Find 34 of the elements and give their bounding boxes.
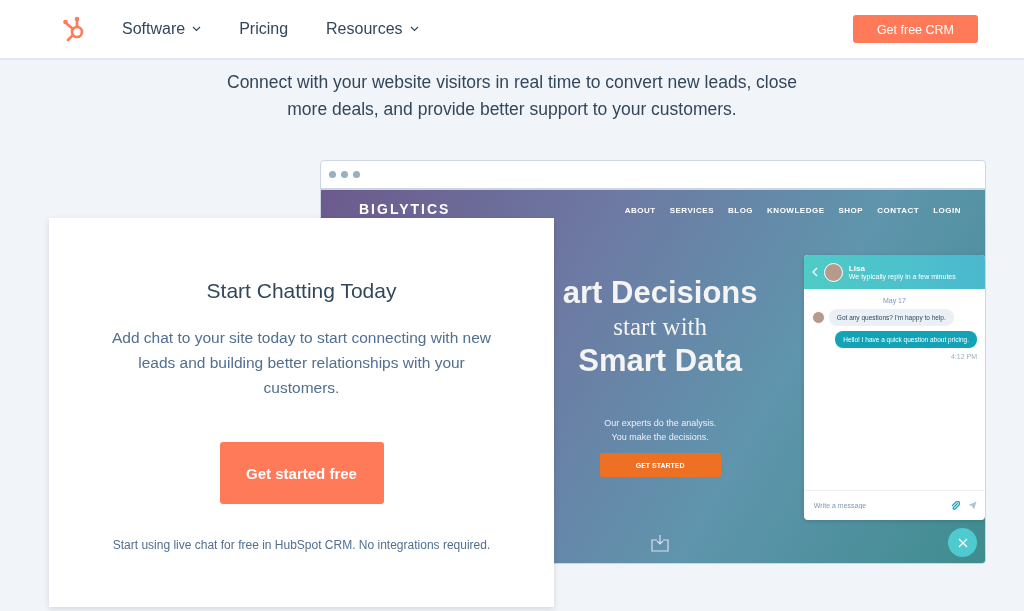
window-dot-icon [353,171,360,178]
avatar [823,262,843,282]
download-icon [651,534,670,552]
get-free-crm-button[interactable]: Get free CRM [852,15,978,43]
card-description: Add chat to your site today to start connecting with new leads and building better relationships with your customers. [110,328,493,398]
back-icon[interactable] [811,267,818,277]
hero-headline: art Decisions [562,276,758,310]
nav-link[interactable]: Resources [326,20,419,38]
agent-name: Lisa [848,264,866,273]
intro-text: Connect with your website visitors in real time to convert new leads, close more deals, and provide better support to your customers. [226,71,798,121]
site-nav-link[interactable]: KNOWLEDGE [767,205,825,215]
site-nav-link[interactable]: SERVICES [669,205,714,215]
send-icon[interactable] [968,501,977,510]
avatar [811,311,825,324]
site-logo: BIGLYTICS [359,201,452,217]
hero-tagline: Our experts do the analysis. [604,417,717,430]
card-title: Start Chatting Today [206,279,397,303]
hero-tagline: You make the decisions. [611,431,709,444]
site-nav-link[interactable]: SHOP [838,205,864,215]
card-footnote: Start using live chat for free in HubSpot CRM. No integrations required. [112,538,491,552]
site-nav-link[interactable]: LOGIN [933,205,961,215]
nav-link[interactable]: Pricing [239,20,289,38]
nav-link[interactable]: Software [122,20,202,38]
window-dot-icon [329,171,336,178]
paperclip-icon[interactable] [951,501,960,510]
hero-headline: Smart Data [578,344,742,378]
close-icon [957,537,968,548]
close-chat-button[interactable] [948,528,977,557]
window-dot-icon [341,171,348,178]
site-nav-link[interactable]: CONTACT [877,205,920,215]
get-started-free-button[interactable]: Get started free [219,442,384,504]
hero-headline: start with [613,312,708,342]
site-nav-link[interactable]: ABOUT [624,205,656,215]
site-nav-link[interactable]: BLOG [727,205,754,215]
